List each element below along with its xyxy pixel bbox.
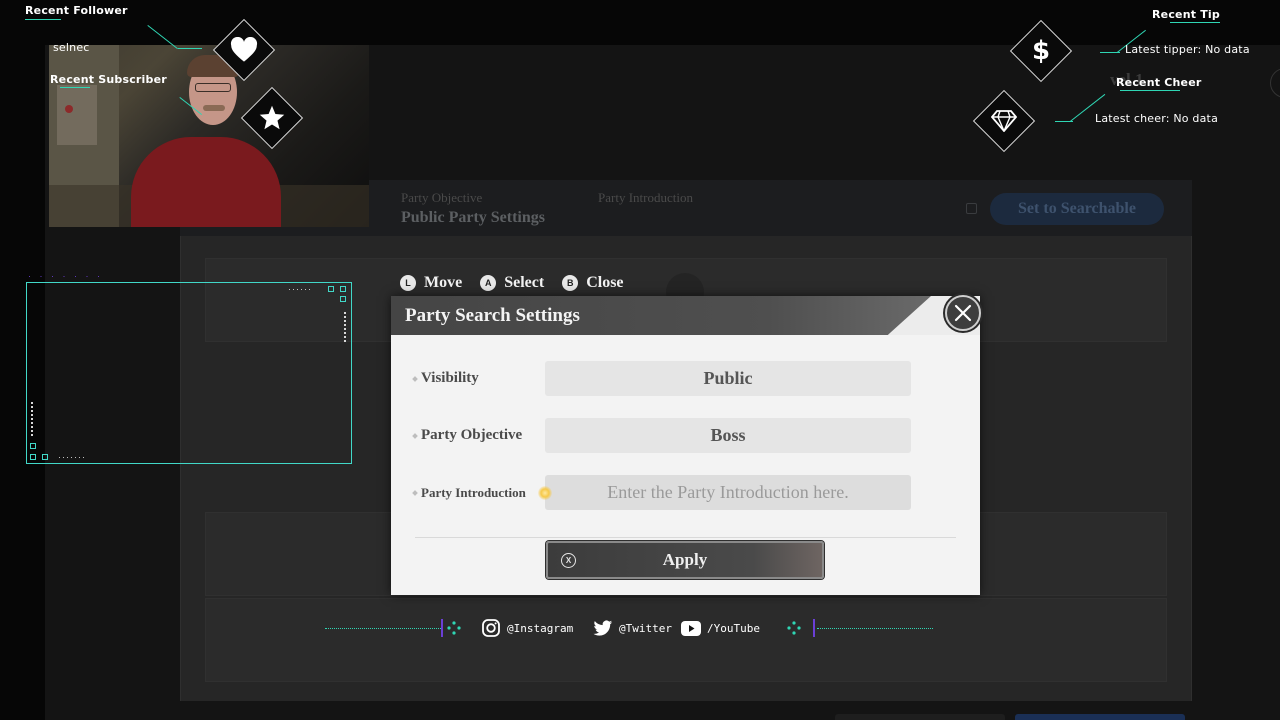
b-button-icon: B — [562, 275, 579, 291]
recent-follower-name: selnec — [53, 41, 90, 54]
hint-select-label: Select — [504, 274, 545, 291]
star-icon — [250, 96, 294, 140]
youtube-link[interactable]: /YouTube — [681, 616, 760, 640]
latest-tipper-text: Latest tipper: No data — [1125, 43, 1250, 56]
youtube-icon — [681, 620, 701, 636]
bullet-icon — [412, 375, 418, 382]
heart-icon — [222, 28, 266, 72]
party-search-settings-dialog: Party Search Settings Visibility Public … — [391, 296, 980, 595]
diamond-gem-icon — [982, 99, 1026, 143]
recent-cheer-heading: Recent Cheer — [1116, 76, 1202, 89]
apply-button[interactable]: X Apply — [546, 541, 824, 579]
camera-frame — [26, 282, 352, 464]
hint-move: L Move — [400, 274, 462, 292]
dialog-title: Party Search Settings — [405, 305, 580, 326]
sparkle-icon — [447, 616, 461, 640]
panel-row — [205, 598, 1167, 682]
set-searchable-button[interactable]: Set to Searchable — [990, 193, 1164, 225]
close-icon — [954, 304, 972, 322]
dollar-icon: $ — [1031, 36, 1051, 66]
recent-tip-heading: Recent Tip — [1152, 8, 1220, 21]
tab-public-party-settings[interactable]: Public Party Settings — [401, 209, 545, 227]
instagram-icon — [482, 619, 500, 637]
party-introduction-input[interactable]: Enter the Party Introduction here. — [545, 475, 911, 510]
controller-hints: L Move A Select B Close — [400, 272, 642, 294]
hint-move-label: Move — [424, 274, 463, 291]
social-links-bar: @Instagram @Twitter /YouTube — [325, 616, 935, 640]
bg-bottom-button-primary — [1015, 714, 1185, 720]
bullet-icon — [412, 432, 418, 439]
hint-select: A Select — [480, 274, 544, 292]
x-button-icon: X — [561, 553, 576, 568]
dialog-titlebar: Party Search Settings — [391, 296, 980, 335]
hint-close: B Close — [562, 274, 624, 292]
apply-label: Apply — [662, 550, 708, 569]
visibility-label: Visibility — [412, 370, 479, 387]
visibility-select[interactable]: Public — [545, 361, 911, 396]
tab-party-introduction[interactable]: Party Introduction — [598, 190, 693, 206]
party-objective-label: Party Objective — [412, 427, 522, 444]
divider — [415, 537, 956, 538]
instagram-handle: @Instagram — [507, 621, 574, 635]
bullet-icon — [412, 490, 418, 496]
instagram-link[interactable]: @Instagram — [481, 616, 573, 640]
recent-follower-heading: Recent Follower — [25, 4, 128, 17]
recent-subscriber-heading: Recent Subscriber — [50, 73, 167, 86]
copy-icon — [966, 203, 977, 214]
party-objective-select[interactable]: Boss — [545, 418, 911, 453]
hint-close-label: Close — [586, 274, 624, 291]
twitter-handle: @Twitter — [619, 621, 672, 635]
sparkle-icon — [787, 616, 801, 640]
youtube-handle: /YouTube — [707, 621, 760, 635]
close-button[interactable] — [945, 295, 981, 331]
bg-bottom-button — [835, 714, 1005, 720]
twitter-icon — [593, 619, 613, 636]
a-button-icon: A — [480, 275, 497, 291]
latest-cheer-text: Latest cheer: No data — [1095, 112, 1219, 125]
twitter-link[interactable]: @Twitter — [593, 616, 672, 640]
cursor-glow-icon — [538, 486, 552, 500]
l-stick-icon: L — [400, 275, 416, 291]
tab-party-objective-caption[interactable]: Party Objective — [401, 190, 482, 206]
party-introduction-label: Party Introduction — [412, 485, 526, 501]
